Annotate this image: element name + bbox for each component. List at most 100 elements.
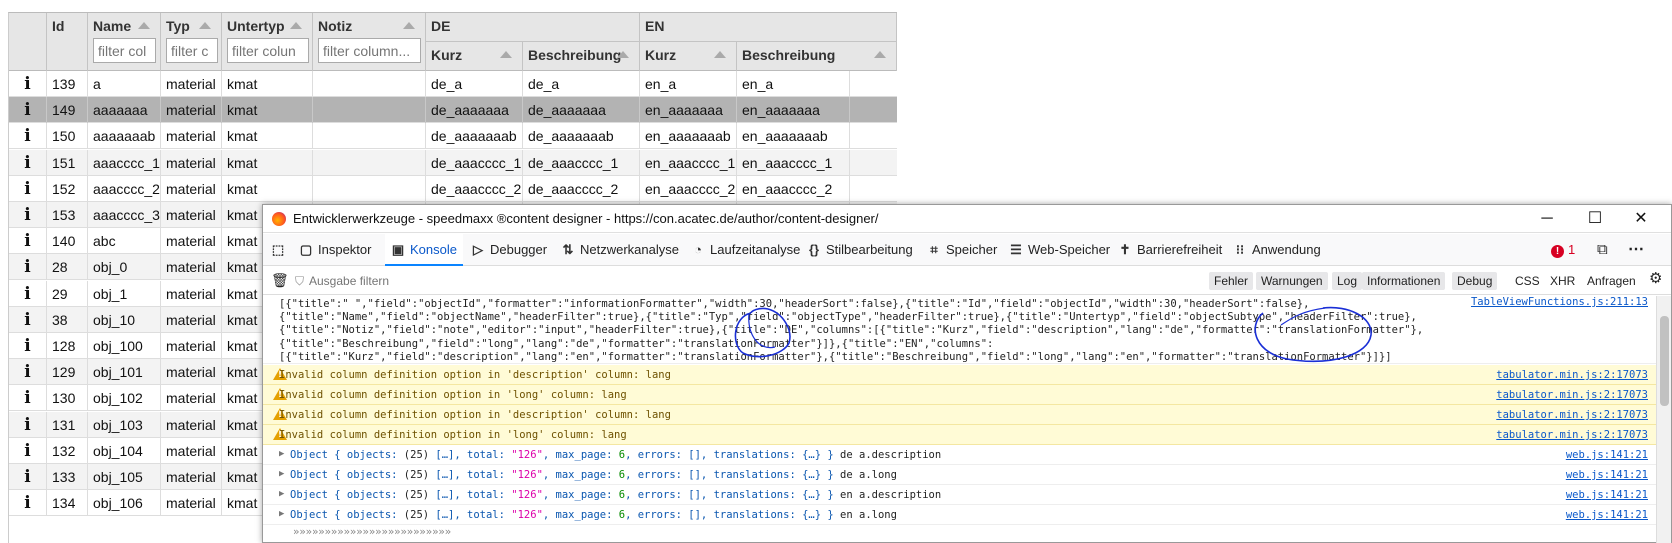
info-icon[interactable]: i	[9, 175, 47, 202]
table-row[interactable]: i 152 aaacccc_2 material kmat de_aaacccc_2 de_…	[9, 175, 897, 202]
info-icon[interactable]: i	[9, 280, 47, 307]
filter-input-notiz[interactable]	[318, 38, 421, 63]
console-settings-icon[interactable]: ⚙	[1649, 270, 1662, 288]
filter-css[interactable]: CSS	[1515, 272, 1540, 290]
warning-entry[interactable]: ! Invalid column definition option in 'lo…	[263, 385, 1658, 405]
sort-icon[interactable]	[874, 51, 886, 58]
sort-icon[interactable]	[199, 22, 211, 29]
warning-entry[interactable]: ! Invalid column definition option in 'de…	[263, 405, 1658, 425]
object-source-link[interactable]: web.js:141:21	[1566, 489, 1648, 501]
column-header-de-beschreibung[interactable]: Beschreibung	[523, 42, 640, 71]
tab-konsole[interactable]: ▣ Konsole	[385, 234, 463, 266]
tab-barrierefreiheit[interactable]: ✝ Barrierefreiheit	[1118, 234, 1223, 266]
info-icon[interactable]: i	[9, 333, 47, 359]
close-icon[interactable]: ✕	[1631, 209, 1651, 229]
expand-arrow-icon[interactable]: ▶	[279, 469, 284, 479]
info-icon[interactable]: i	[9, 97, 47, 124]
info-icon[interactable]: i	[9, 490, 47, 517]
warning-source-link[interactable]: tabulator.min.js:2:17073	[1496, 429, 1648, 441]
filter-warnungen[interactable]: Warnungen	[1256, 272, 1328, 290]
tab-laufzeitanalyse[interactable]: ◔ Laufzeitanalyse	[691, 234, 800, 266]
table-row[interactable]: i 151 aaacccc_1 material kmat de_aaacccc_1 de_…	[9, 149, 897, 176]
warning-entry[interactable]: ! Invalid column definition option in 'de…	[263, 365, 1658, 385]
info-icon[interactable]: i	[9, 437, 47, 464]
warning-source-link[interactable]: tabulator.min.js:2:17073	[1496, 409, 1648, 421]
tab-inspektor[interactable]: ▢ Inspektor	[299, 234, 372, 266]
filter-informationen[interactable]: Informationen	[1362, 272, 1446, 290]
object-maxpage-key: , max_page:	[542, 449, 619, 461]
table-row[interactable]: i 150 aaaaaaab material kmat de_aaaaaaab de_aa…	[9, 123, 897, 150]
info-icon[interactable]: i	[9, 149, 47, 176]
filter-input-typ[interactable]	[166, 38, 218, 63]
tab-debugger[interactable]: ▷ Debugger	[471, 234, 547, 266]
column-header-info[interactable]	[9, 13, 47, 71]
info-icon[interactable]: i	[9, 464, 47, 490]
sort-icon[interactable]	[290, 22, 302, 29]
expand-arrow-icon[interactable]: ▶	[279, 449, 284, 459]
object-log-entry[interactable]: ▶ Object { objects: (25) […], total: "126…	[263, 445, 1658, 465]
warning-entry[interactable]: ! Invalid column definition option in 'lo…	[263, 425, 1658, 445]
cell-id: 132	[47, 437, 88, 464]
log-entry[interactable]: [{"title":" ","field":"objectId","format…	[263, 296, 1658, 364]
clear-console-icon[interactable]: 🗑	[271, 271, 289, 289]
dock-icon[interactable]: ⧉	[1597, 234, 1608, 266]
filter-input-untertyp[interactable]	[227, 38, 309, 63]
sort-icon[interactable]	[138, 22, 150, 29]
warning-text: Invalid column definition option in 'des…	[279, 369, 671, 381]
warning-source-link[interactable]: tabulator.min.js:2:17073	[1496, 369, 1648, 381]
error-count-badge[interactable]: ! 1	[1551, 234, 1575, 266]
column-header-de-kurz[interactable]: Kurz	[426, 42, 523, 71]
info-icon[interactable]: i	[9, 254, 47, 281]
scrollbar-thumb[interactable]	[1660, 316, 1669, 406]
info-icon[interactable]: i	[9, 411, 47, 438]
object-source-link[interactable]: web.js:141:21	[1566, 449, 1648, 461]
tab-stilbearbeitung[interactable]: {} Stilbearbeitung	[807, 234, 913, 266]
filter-debug[interactable]: Debug	[1452, 272, 1498, 290]
filter-xhr[interactable]: XHR	[1550, 272, 1575, 290]
info-icon[interactable]: i	[9, 306, 47, 333]
object-source-link[interactable]: web.js:141:21	[1566, 509, 1648, 521]
column-header-en-kurz[interactable]: Kurz	[640, 42, 737, 71]
column-header-de-kurz-label: Kurz	[431, 47, 463, 63]
filter-anfragen[interactable]: Anfragen	[1587, 272, 1636, 290]
cell-typ: material	[161, 175, 222, 202]
minimize-icon[interactable]: ─	[1537, 209, 1557, 229]
filter-fehler[interactable]: Fehler	[1209, 272, 1254, 290]
console-filter-input[interactable]	[309, 272, 609, 290]
filter-input-name[interactable]	[93, 38, 156, 63]
sort-icon[interactable]	[403, 22, 415, 29]
info-icon[interactable]: i	[9, 202, 47, 228]
tab-anwendung[interactable]: ⁝⁝ Anwendung	[1233, 234, 1321, 266]
column-header-en-beschreibung[interactable]: Beschreibung	[737, 42, 897, 71]
object-log-entry[interactable]: ▶ Object { objects: (25) […], total: "126…	[263, 485, 1658, 505]
object-log-entry[interactable]: ▶ Object { objects: (25) […], total: "126…	[263, 505, 1658, 525]
devtools-window-title: Entwicklerwerkzeuge - speedmaxx ®content…	[293, 211, 879, 226]
tab-netzwerkanalyse[interactable]: ⇅ Netzwerkanalyse	[561, 234, 679, 266]
log-source-link[interactable]: TableViewFunctions.js:211:13	[1471, 296, 1648, 308]
column-group-en: EN	[640, 13, 897, 42]
warning-source-link[interactable]: tabulator.min.js:2:17073	[1496, 389, 1648, 401]
info-icon[interactable]: i	[9, 71, 47, 97]
console-scrollbar[interactable]	[1656, 296, 1671, 543]
tab-speicher[interactable]: ⌗ Speicher	[927, 234, 997, 266]
tab-web-speicher[interactable]: ☰ Web-Speicher	[1009, 234, 1110, 266]
info-icon[interactable]: i	[9, 385, 47, 412]
column-header-id[interactable]: Id	[47, 13, 88, 71]
element-picker-icon[interactable]: ⬚	[271, 234, 290, 266]
more-options-icon[interactable]: ⋯	[1628, 234, 1644, 266]
object-source-link[interactable]: web.js:141:21	[1566, 469, 1648, 481]
info-icon[interactable]: i	[9, 123, 47, 150]
object-log-entry[interactable]: ▶ Object { objects: (25) […], total: "126…	[263, 465, 1658, 485]
table-row[interactable]: i 149 aaaaaaa material kmat de_aaaaaaa de_aaaa…	[9, 97, 897, 124]
table-row[interactable]: i 139 a material kmat de_a de_a en_a en_a	[9, 71, 897, 97]
maximize-icon[interactable]: ☐	[1585, 209, 1605, 229]
filter-log[interactable]: Log	[1332, 272, 1363, 290]
expand-arrow-icon[interactable]: ▶	[279, 489, 284, 499]
sort-icon[interactable]	[714, 51, 726, 58]
info-icon[interactable]: i	[9, 359, 47, 386]
sort-icon[interactable]	[500, 51, 512, 58]
info-icon[interactable]: i	[9, 228, 47, 255]
performance-icon: ◔	[694, 242, 702, 257]
sort-icon[interactable]	[617, 51, 629, 58]
expand-arrow-icon[interactable]: ▶	[279, 509, 284, 519]
